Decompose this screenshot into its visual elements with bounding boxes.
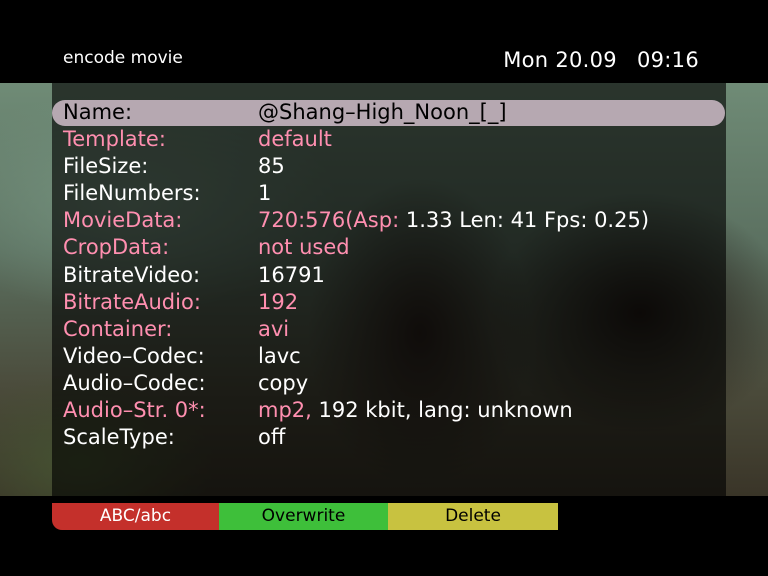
- field-video-codec[interactable]: Video–Codec: lavc: [63, 343, 723, 370]
- green-button-overwrite[interactable]: Overwrite: [219, 503, 388, 530]
- field-name[interactable]: Name: @Shang–High_Noon_[_]: [63, 99, 723, 126]
- field-audio-stream[interactable]: Audio–Str. 0*: mp2, 192 kbit, lang: unkn…: [63, 397, 723, 424]
- title-bar: encode movie Mon 20.09 09:16: [52, 45, 726, 83]
- field-label: ScaleType:: [63, 425, 175, 450]
- field-label: Audio–Str. 0*:: [63, 398, 206, 423]
- field-cropdata[interactable]: CropData: not used: [63, 234, 723, 261]
- field-label: Container:: [63, 316, 173, 341]
- window-title: encode movie: [63, 48, 183, 68]
- field-filenumbers[interactable]: FileNumbers: 1: [63, 180, 723, 207]
- red-button-abc[interactable]: ABC/abc: [52, 503, 219, 530]
- field-scaletype[interactable]: ScaleType: off: [63, 424, 723, 451]
- field-label: BitrateAudio:: [63, 289, 201, 314]
- field-value: 85: [258, 154, 285, 179]
- settings-list: Name: @Shang–High_Noon_[_] Template: def…: [63, 99, 723, 451]
- field-label: BitrateVideo:: [63, 262, 201, 287]
- field-filesize[interactable]: FileSize: 85: [63, 153, 723, 180]
- clock: Mon 20.09 09:16: [503, 48, 699, 72]
- field-value-part: 720:576(Asp:: [258, 208, 406, 233]
- field-bitratevideo[interactable]: BitrateVideo: 16791: [63, 262, 723, 289]
- field-label: MovieData:: [63, 208, 183, 233]
- field-label: Template:: [63, 127, 166, 152]
- field-value: copy: [258, 370, 309, 395]
- field-value: avi: [258, 316, 290, 341]
- field-value: not used: [258, 235, 350, 260]
- time-label: 09:16: [636, 48, 699, 72]
- yellow-button-delete[interactable]: Delete: [388, 503, 558, 530]
- field-value: 1: [258, 181, 272, 206]
- field-label: Audio–Codec:: [63, 370, 206, 395]
- field-value-part: mp2,: [258, 398, 319, 423]
- field-label: Name:: [63, 100, 133, 124]
- field-label: FileNumbers:: [63, 181, 201, 206]
- field-value: 192: [258, 289, 299, 314]
- tv-screen: encode movie Mon 20.09 09:16 Name: @Shang…: [0, 0, 768, 576]
- field-value: default: [258, 127, 332, 152]
- field-container[interactable]: Container: avi: [63, 316, 723, 343]
- field-moviedata[interactable]: MovieData: 720:576(Asp: 1.33 Len: 41 Fps…: [63, 207, 723, 234]
- field-value: off: [258, 425, 286, 450]
- field-bitrateaudio[interactable]: BitrateAudio: 192: [63, 289, 723, 316]
- field-value: @Shang–High_Noon_[_]: [258, 100, 507, 124]
- field-template[interactable]: Template: default: [63, 126, 723, 153]
- field-audio-codec[interactable]: Audio–Codec: copy: [63, 370, 723, 397]
- field-value: 720:576(Asp: 1.33 Len: 41 Fps: 0.25): [258, 207, 649, 234]
- field-value: 16791: [258, 262, 325, 287]
- field-value-part: 1.33 Len: 41 Fps: 0.25): [405, 208, 650, 233]
- field-value-part: 192 kbit, lang: unknown: [318, 398, 573, 423]
- field-label: CropData:: [63, 235, 170, 260]
- field-value: lavc: [258, 343, 301, 368]
- date-label: Mon 20.09: [503, 48, 617, 72]
- field-label: Video–Codec:: [63, 343, 205, 368]
- field-label: FileSize:: [63, 154, 149, 179]
- field-value: mp2, 192 kbit, lang: unknown: [258, 397, 573, 424]
